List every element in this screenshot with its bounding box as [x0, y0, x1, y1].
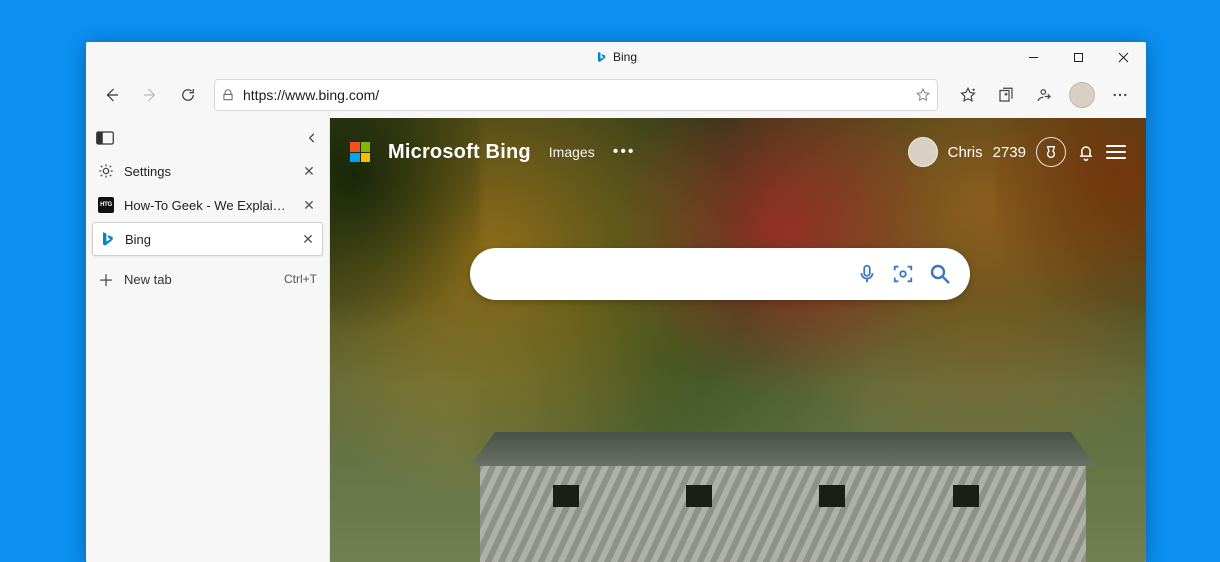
visual-search-icon[interactable] — [892, 263, 914, 285]
window-controls — [1011, 42, 1146, 72]
titlebar: Bing — [86, 42, 1146, 72]
plus-icon: ＋ — [98, 267, 114, 291]
lock-icon — [221, 88, 235, 102]
close-button[interactable] — [1101, 42, 1146, 72]
address-bar[interactable]: https://www.bing.com/ — [214, 79, 938, 111]
forward-button[interactable] — [132, 77, 168, 113]
tab-label: Settings — [124, 164, 291, 179]
rewards-icon[interactable] — [1036, 137, 1066, 167]
close-icon[interactable]: ✕ — [301, 197, 317, 214]
search-box[interactable] — [470, 248, 970, 300]
collapse-tabs-button[interactable] — [305, 131, 319, 145]
avatar-icon — [1069, 82, 1095, 108]
profile-avatar[interactable] — [1064, 77, 1100, 113]
rewards-points[interactable]: 2739 — [993, 144, 1026, 161]
page-content: Microsoft Bing Images ••• Chris 2739 — [330, 118, 1146, 562]
vertical-tabs-icon[interactable] — [96, 131, 114, 145]
close-icon[interactable]: ✕ — [301, 163, 317, 180]
nav-images[interactable]: Images — [549, 144, 595, 160]
tab-label: How-To Geek - We Explain Techn — [124, 198, 291, 213]
refresh-button[interactable] — [170, 77, 206, 113]
bridge-roof — [470, 432, 1096, 466]
minimize-button[interactable] — [1011, 42, 1056, 72]
gear-icon — [98, 163, 114, 179]
voice-search-icon[interactable] — [856, 263, 878, 285]
vertical-tabs-header — [92, 126, 323, 154]
microsoft-logo-icon — [350, 142, 370, 162]
tab-settings[interactable]: Settings ✕ — [92, 154, 323, 188]
htg-icon: HTG — [98, 197, 114, 213]
search-icon[interactable] — [928, 262, 952, 286]
browser-window: Bing https://www.bing.com/ — [86, 42, 1146, 562]
favorite-star-icon[interactable] — [915, 87, 931, 103]
url-text: https://www.bing.com/ — [243, 87, 907, 103]
toolbar-right — [946, 77, 1138, 113]
search-input[interactable] — [488, 265, 842, 283]
bing-icon — [99, 231, 115, 247]
favorites-button[interactable] — [950, 77, 986, 113]
bing-brand[interactable]: Microsoft Bing — [388, 141, 531, 164]
profile-switch-button[interactable] — [1026, 77, 1062, 113]
window-title: Bing — [595, 50, 637, 64]
new-tab-label: New tab — [124, 272, 274, 287]
hamburger-menu-icon[interactable] — [1106, 145, 1126, 159]
user-name[interactable]: Chris — [948, 144, 983, 161]
tab-howtogeek[interactable]: HTG How-To Geek - We Explain Techn ✕ — [92, 188, 323, 222]
user-area: Chris 2739 — [908, 137, 1126, 167]
tab-label: Bing — [125, 232, 290, 247]
nav-more-icon[interactable]: ••• — [613, 143, 636, 161]
maximize-button[interactable] — [1056, 42, 1101, 72]
window-title-text: Bing — [613, 50, 637, 64]
browser-toolbar: https://www.bing.com/ — [86, 72, 1146, 118]
vertical-tabs-panel: Settings ✕ HTG How-To Geek - We Explain … — [86, 118, 330, 562]
browser-body: Settings ✕ HTG How-To Geek - We Explain … — [86, 118, 1146, 562]
close-icon[interactable]: ✕ — [300, 231, 316, 248]
more-menu-button[interactable] — [1102, 77, 1138, 113]
tab-bing[interactable]: Bing ✕ — [92, 222, 323, 256]
collections-button[interactable] — [988, 77, 1024, 113]
new-tab-shortcut: Ctrl+T — [284, 272, 317, 286]
new-tab-button[interactable]: ＋ New tab Ctrl+T — [92, 262, 323, 296]
user-avatar[interactable] — [908, 137, 938, 167]
bing-icon — [595, 51, 607, 63]
back-button[interactable] — [94, 77, 130, 113]
bing-header: Microsoft Bing Images ••• Chris 2739 — [330, 130, 1146, 174]
notifications-icon[interactable] — [1076, 142, 1096, 162]
